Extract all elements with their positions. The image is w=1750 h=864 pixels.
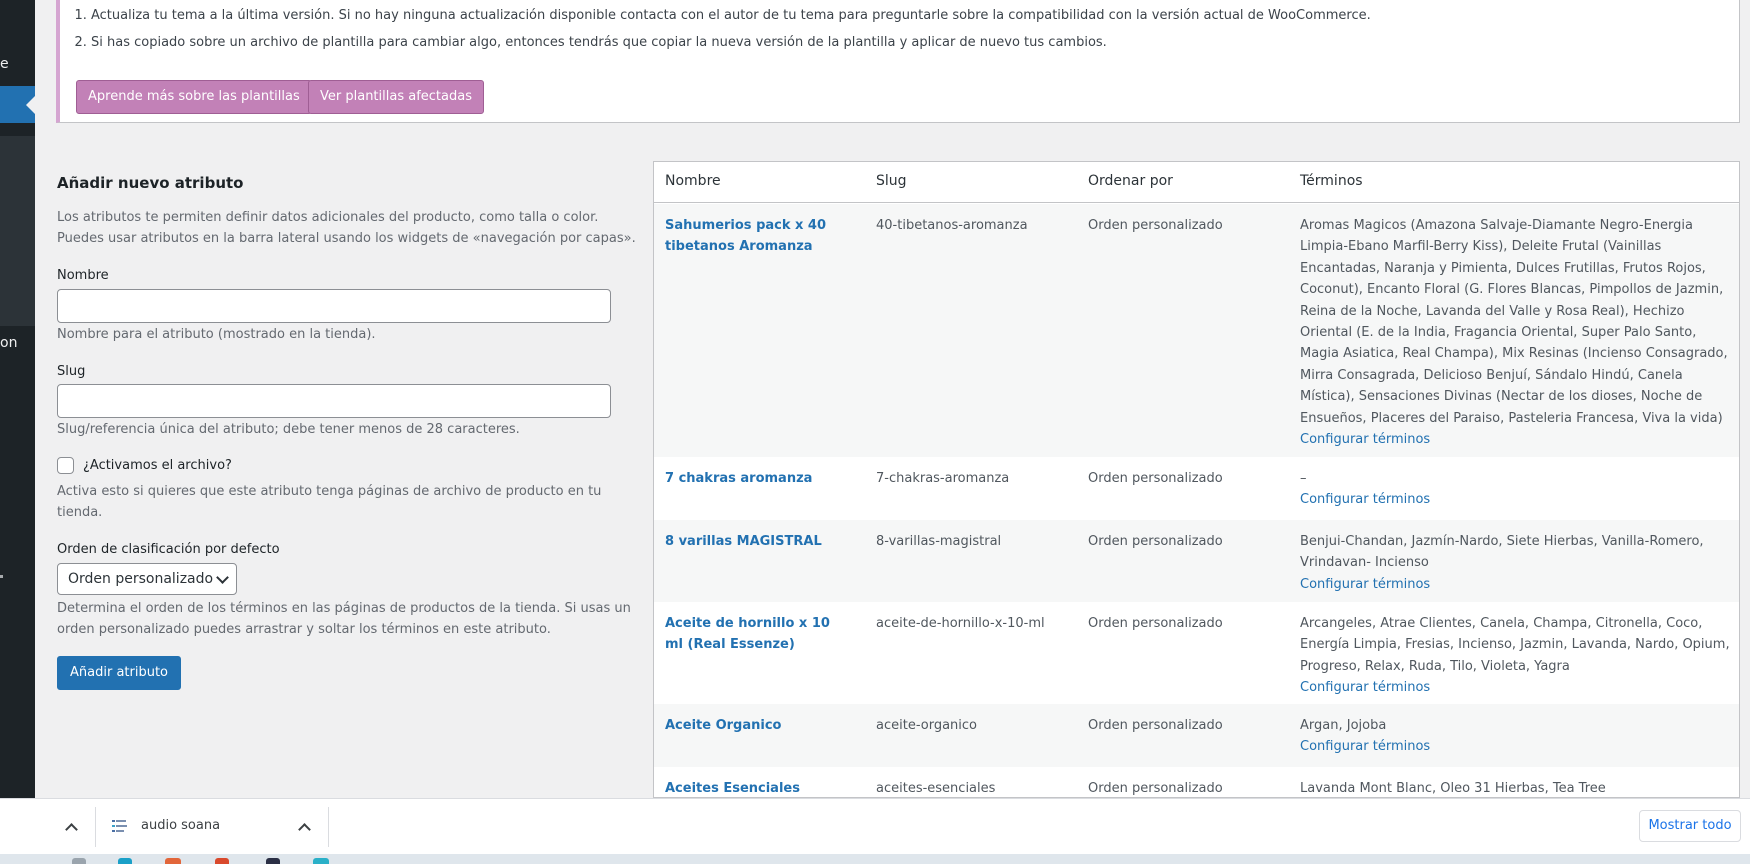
attribute-terms: Argan, Jojoba Configurar términos [1300, 715, 1730, 758]
terms-text: – [1300, 471, 1307, 486]
column-header-order: Ordenar por [1088, 173, 1173, 189]
attribute-slug: 7-chakras-aromanza [876, 471, 1010, 486]
attribute-order: Orden personalizado [1088, 781, 1223, 796]
chevron-down-icon [216, 571, 229, 584]
order-help: Determina el orden de los términos en la… [57, 601, 631, 637]
configure-terms-link[interactable]: Configurar términos [1300, 736, 1730, 757]
attribute-order: Orden personalizado [1088, 534, 1223, 549]
download-file-name[interactable]: audio soana [141, 818, 220, 833]
active-indicator-arrow [26, 96, 35, 114]
terms-text: Arcangeles, Atrae Clientes, Canela, Cham… [1300, 616, 1730, 674]
attribute-terms: Aromas Magicos (Amazona Salvaje-Diamante… [1300, 215, 1730, 450]
slug-input[interactable] [57, 384, 611, 418]
column-header-terms: Términos [1300, 173, 1363, 189]
table-row: Aceite Organico aceite-organico Orden pe… [654, 704, 1739, 767]
divider [95, 807, 96, 847]
notice-item: Actualiza tu tema a la última versión. S… [91, 4, 1371, 31]
column-header-name[interactable]: Nombre [665, 173, 721, 189]
attribute-terms: Arcangeles, Atrae Clientes, Canela, Cham… [1300, 613, 1730, 699]
attribute-slug: aceites-esenciales [876, 781, 996, 796]
configure-terms-link[interactable]: Configurar términos [1300, 574, 1730, 595]
taskbar-icon[interactable] [313, 858, 329, 864]
sidebar-marker [0, 575, 3, 578]
attribute-name-link[interactable]: Sahumerios pack x 40 tibetanos Aromanza [665, 215, 845, 258]
attribute-terms: Benjui-Chandan, Jazmín-Nardo, Siete Hier… [1300, 531, 1730, 595]
slug-help: Slug/referencia única del atributo; debe… [57, 422, 520, 437]
taskbar [0, 854, 1750, 864]
chevron-up-icon[interactable] [65, 823, 78, 836]
table-row: 7 chakras aromanza 7-chakras-aromanza Or… [654, 457, 1739, 520]
configure-terms-link[interactable]: Configurar términos [1300, 489, 1730, 510]
terms-text: Benjui-Chandan, Jazmín-Nardo, Siete Hier… [1300, 534, 1704, 571]
configure-terms-link[interactable]: Configurar términos [1300, 429, 1730, 450]
order-select-value: Orden personalizado [68, 571, 214, 587]
form-intro: Los atributos te permiten definir datos … [57, 210, 636, 246]
name-label: Nombre [57, 268, 109, 283]
taskbar-icon[interactable] [72, 858, 86, 864]
order-select[interactable]: Orden personalizado [57, 563, 237, 595]
table-header: Nombre Slug Ordenar por Términos [654, 162, 1739, 203]
order-label: Orden de clasificación por defecto [57, 542, 280, 557]
sidebar-menu-item[interactable]: e [0, 56, 35, 72]
attribute-order: Orden personalizado [1088, 616, 1223, 631]
table-row: Aceites Esenciales aceites-esenciales Or… [654, 767, 1739, 797]
taskbar-icon[interactable] [165, 858, 181, 864]
download-bar: audio soana Mostrar todo [0, 798, 1750, 854]
sidebar-item-label: on [0, 335, 18, 351]
column-header-slug: Slug [876, 173, 907, 189]
slug-label: Slug [57, 364, 86, 379]
sidebar-submenu [0, 136, 35, 326]
attribute-name-link[interactable]: Aceite de hornillo x 10 ml (Real Essenze… [665, 613, 845, 656]
divider [328, 807, 329, 847]
notice-list: Actualiza tu tema a la última versión. S… [91, 4, 1371, 58]
terms-text: Argan, Jojoba [1300, 718, 1387, 733]
terms-text: Lavanda Mont Blanc, Oleo 31 Hierbas, Tea… [1300, 781, 1606, 796]
archive-help: Activa esto si quieres que este atributo… [57, 484, 602, 520]
add-attribute-button[interactable]: Añadir atributo [57, 656, 182, 690]
chevron-up-icon[interactable] [298, 823, 311, 836]
template-notice: Actualiza tu tema a la última versión. S… [56, 0, 1740, 123]
attributes-table: Nombre Slug Ordenar por Términos Sahumer… [653, 161, 1740, 798]
attribute-name-link[interactable]: Aceite Organico [665, 715, 845, 736]
attribute-order: Orden personalizado [1088, 471, 1223, 486]
name-help: Nombre para el atributo (mostrado en la … [57, 327, 376, 342]
attribute-order: Orden personalizado [1088, 218, 1223, 233]
attribute-terms: – Configurar términos [1300, 468, 1730, 511]
configure-terms-link[interactable]: Configurar términos [1300, 677, 1730, 698]
attribute-slug: 8-varillas-magistral [876, 534, 1002, 549]
audio-file-icon [112, 820, 127, 832]
table-row: Sahumerios pack x 40 tibetanos Aromanza … [654, 204, 1739, 457]
show-all-button[interactable]: Mostrar todo [1639, 810, 1741, 842]
attribute-order: Orden personalizado [1088, 718, 1223, 733]
attribute-name-link[interactable]: 7 chakras aromanza [665, 468, 845, 489]
taskbar-icon[interactable] [215, 858, 229, 864]
attribute-slug: aceite-organico [876, 718, 977, 733]
table-row: 8 varillas MAGISTRAL 8-varillas-magistra… [654, 520, 1739, 602]
sidebar-item-label: e [0, 56, 9, 72]
attribute-terms: Lavanda Mont Blanc, Oleo 31 Hierbas, Tea… [1300, 778, 1730, 797]
attribute-name-link[interactable]: 8 varillas MAGISTRAL [665, 531, 845, 552]
admin-sidebar: e on [0, 0, 35, 798]
terms-text: Aromas Magicos (Amazona Salvaje-Diamante… [1300, 218, 1728, 426]
archive-checkbox[interactable] [57, 457, 74, 474]
attribute-name-link[interactable]: Aceites Esenciales [665, 778, 845, 797]
name-input[interactable] [57, 289, 611, 323]
taskbar-icon[interactable] [118, 858, 132, 864]
learn-templates-button[interactable]: Aprende más sobre las plantillas [76, 80, 312, 114]
attribute-slug: aceite-de-hornillo-x-10-ml [876, 616, 1045, 631]
archive-label[interactable]: ¿Activamos el archivo? [83, 458, 232, 473]
taskbar-icon[interactable] [266, 858, 280, 864]
form-title: Añadir nuevo atributo [57, 174, 244, 192]
attribute-slug: 40-tibetanos-aromanza [876, 218, 1028, 233]
table-row: Aceite de hornillo x 10 ml (Real Essenze… [654, 602, 1739, 704]
sidebar-submenu-item[interactable]: on [0, 335, 35, 351]
view-affected-templates-button[interactable]: Ver plantillas afectadas [308, 80, 484, 114]
notice-item: Si has copiado sobre un archivo de plant… [91, 31, 1371, 58]
